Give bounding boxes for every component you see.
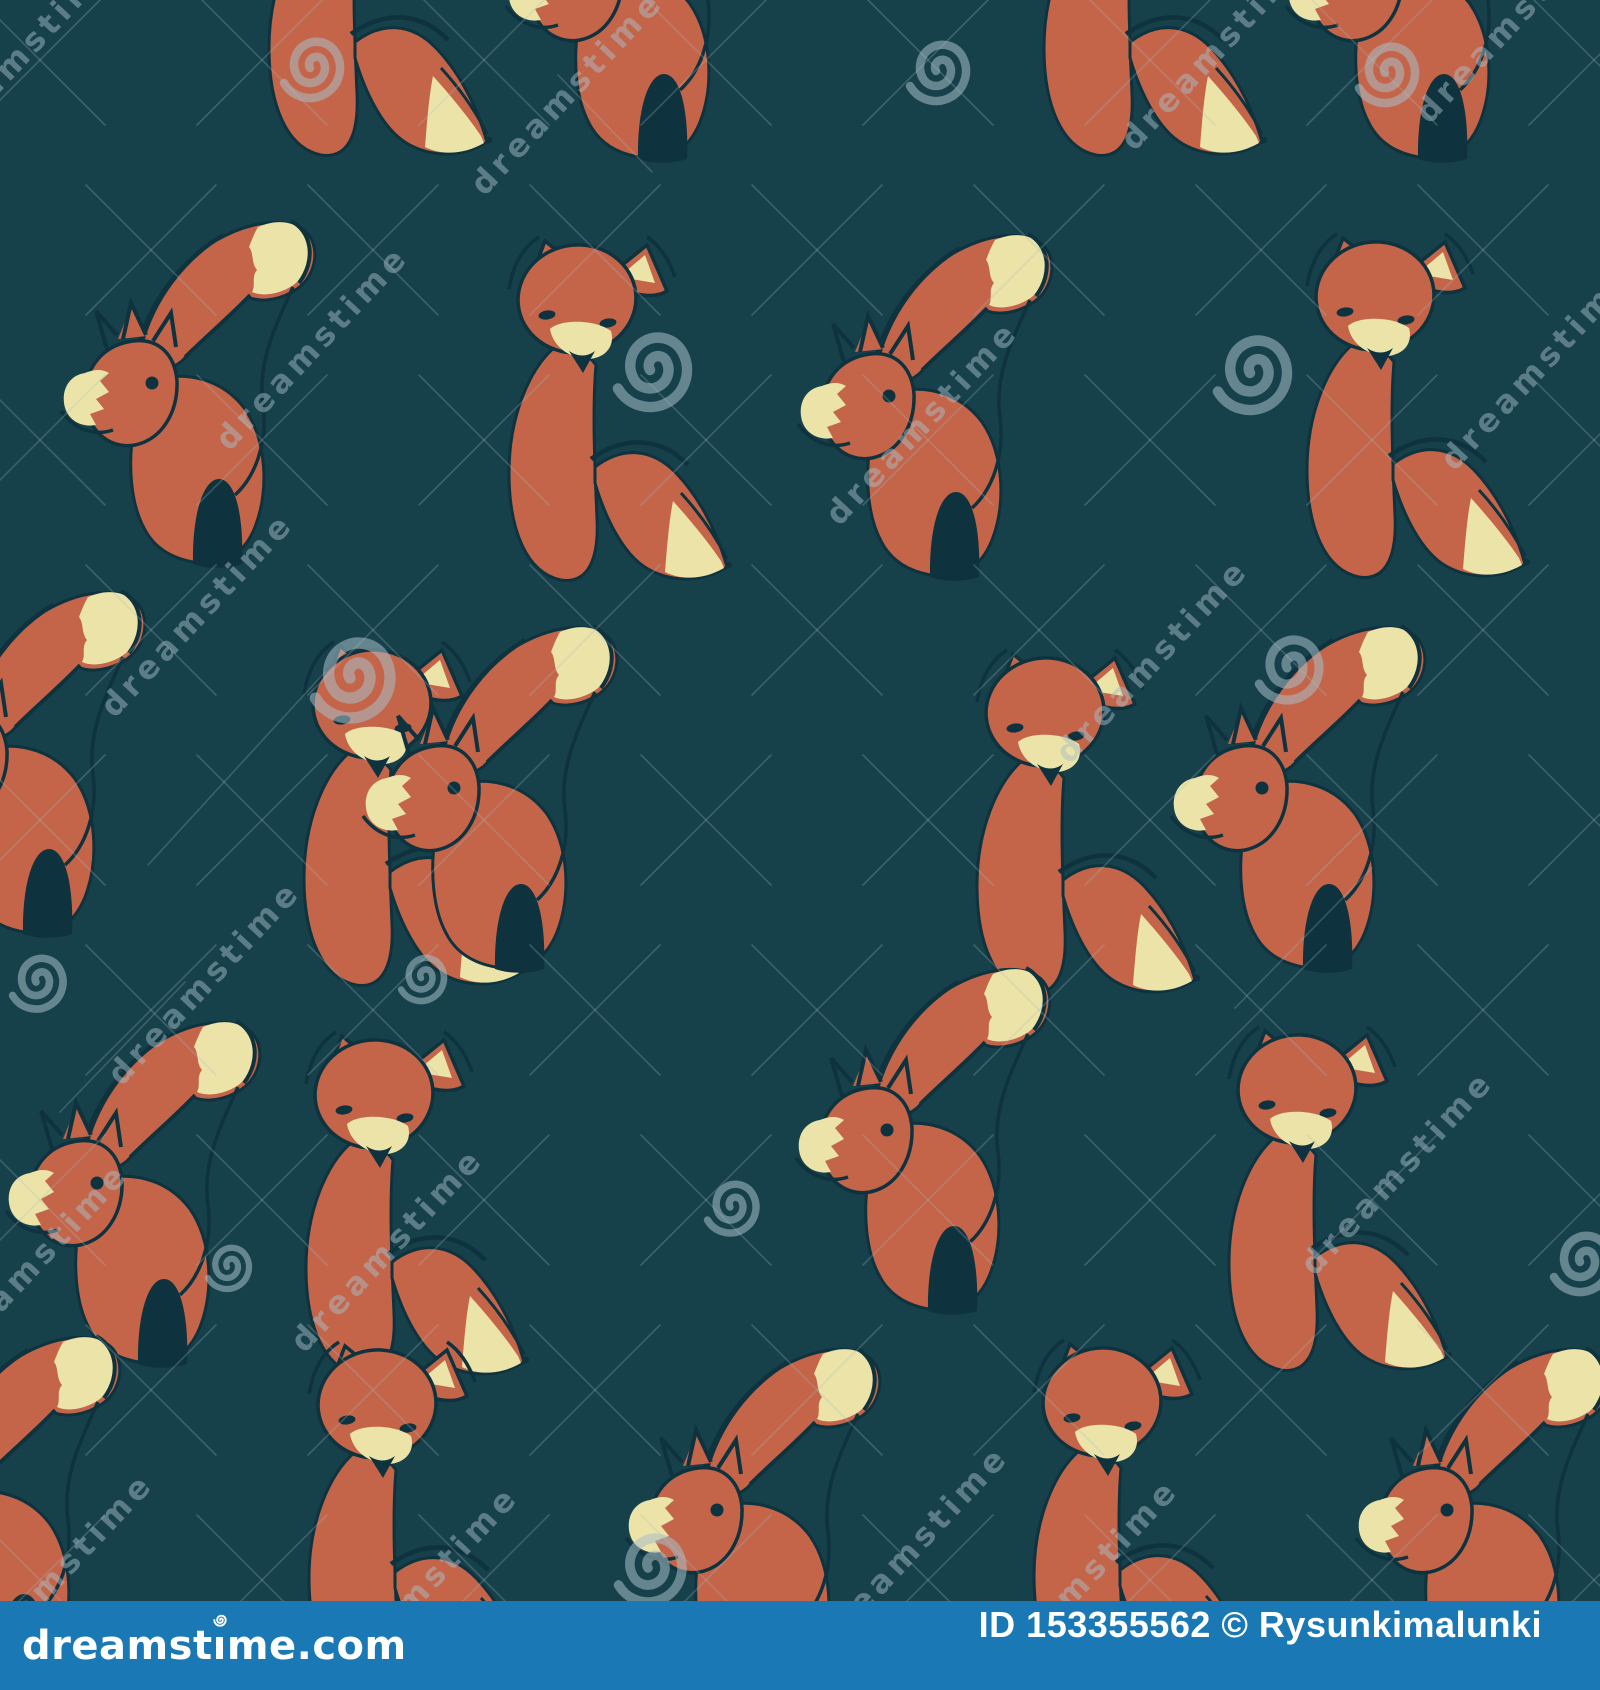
logo-text-prefix: dreamst	[22, 1622, 213, 1669]
watermark-spiral-icon	[604, 327, 700, 420]
fox-pattern-layer	[0, 0, 1600, 1690]
watermark-text: dreamstime	[0, 0, 126, 163]
watermark-line	[147, 671, 326, 866]
watermark-spiral-icon	[2, 951, 72, 1019]
watermark-line	[1528, 374, 1600, 448]
stock-image-preview: dreamstime dreamstime dreamstime dreamstime…	[0, 0, 1600, 1690]
watermark-spiral-icon	[1204, 330, 1300, 423]
image-id: ID 153355562	[978, 1603, 1211, 1645]
dreamstime-logo: dreamst ı me.com	[22, 1614, 407, 1669]
watermark-line	[1528, 754, 1600, 828]
watermark-line	[1528, 52, 1600, 126]
watermark-spiral-icon	[698, 1177, 766, 1242]
watermark-spiral-icon	[899, 37, 977, 112]
logo-text-suffix: me.com	[226, 1622, 407, 1669]
watermark-line	[1528, 432, 1600, 506]
watermark-line	[1532, 0, 1600, 68]
fox-pattern-illustration: dreamstime dreamstime dreamstimedreamstime…	[0, 0, 1600, 1690]
fox-sitting-pose	[509, 237, 732, 580]
fox-squirrel-pose	[796, 968, 1050, 1315]
image-credit: ID 153355562 © Rysunkimalunki	[979, 1604, 1542, 1688]
logo-letter-i: ı	[213, 1614, 227, 1669]
fox-squirrel-pose	[0, 591, 145, 938]
image-author: © Rysunkimalunki	[1221, 1603, 1542, 1645]
fox-sitting-pose	[1229, 1027, 1452, 1370]
logo-spiral-icon	[213, 1614, 227, 1627]
watermark-spiral-icon	[1543, 1228, 1600, 1303]
watermark-footer-bar: dreamst ı me.com ID 153355562 © Rysunkima…	[0, 1601, 1600, 1690]
watermark-line	[1528, 812, 1600, 886]
